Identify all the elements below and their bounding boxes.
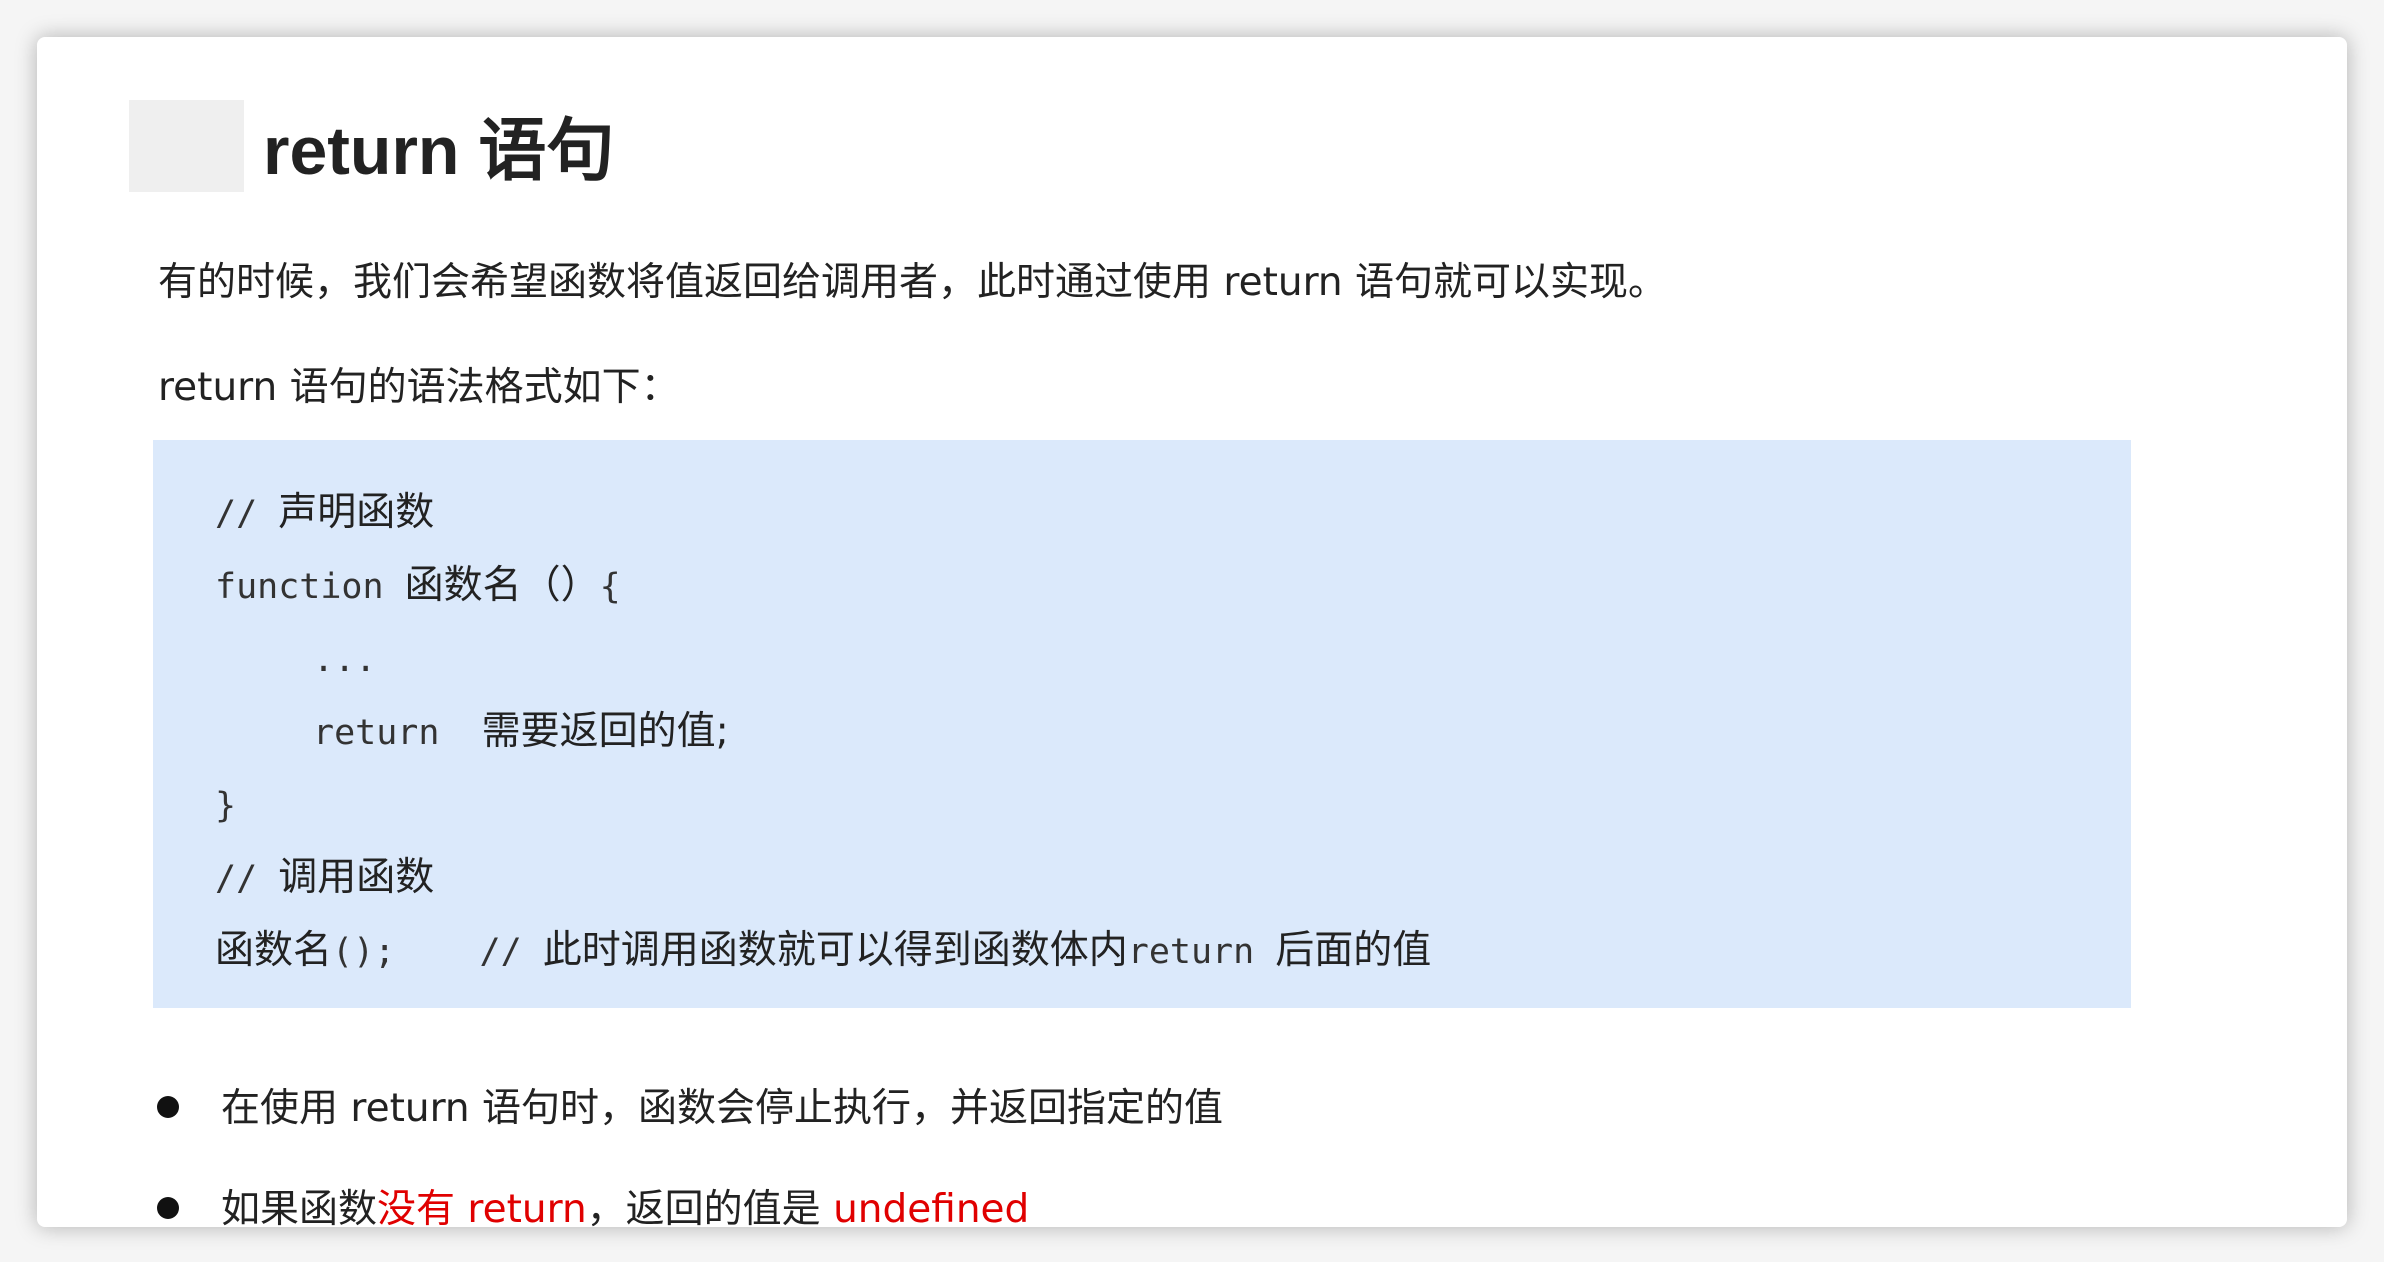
call-comment-text: 此时调用函数就可以得到函数体内 [542,928,1128,973]
bullet-text-part1: 如果函数 [221,1187,378,1232]
code-line-call-comment: // 调用函数 [215,849,434,907]
bullet-item-stop-execution: 在使用 return 语句时，函数会停止执行，并返回指定的值 [157,1079,1223,1139]
call-return-keyword: return [1127,932,1276,972]
syntax-paragraph: return 语句的语法格式如下： [158,365,680,410]
close-brace: } [215,786,237,826]
bullet-highlight-no-return: 没有 return [377,1187,587,1232]
open-brace: { [599,567,621,607]
bullet-highlight-undefined: undefined [833,1187,1030,1232]
code-block: // 声明函数 function 函数名（）{ ... return 需要返回的… [153,440,2131,1008]
title-decoration [129,100,244,192]
bullet-text: 在使用 return 语句时，函数会停止执行，并返回指定的值 [221,1086,1224,1131]
call-function-name: 函数名 [215,928,333,973]
function-name: 函数名（） [404,563,600,608]
return-value: 需要返回的值; [481,709,729,754]
page-title: return 语句 [263,113,615,189]
intro-paragraph: 有的时候，我们会希望函数将值返回给调用者，此时通过使用 return 语句就可以… [158,260,1668,305]
slide-card: return 语句 有的时候，我们会希望函数将值返回给调用者，此时通过使用 re… [37,37,2347,1232]
code-line-return: return 需要返回的值; [313,703,729,761]
comment-text: 声明函数 [278,490,435,535]
return-keyword: return [313,713,482,753]
comment-marker: // [215,859,279,899]
bullet-dot-icon [157,1095,179,1118]
bullet-text-part2: ，返回的值是 [586,1187,834,1232]
bullet-item-undefined: 如果函数没有 return，返回的值是 undefined [157,1180,1029,1240]
code-line-close-brace: } [215,776,236,834]
code-line-function: function 函数名（）{ [215,557,621,615]
function-keyword: function [215,567,405,607]
bullet-dot-icon [157,1196,179,1219]
ellipsis: ... [313,640,377,680]
call-comment-tail: 后面的值 [1275,928,1432,973]
comment-marker: // [215,494,279,534]
call-parens-comment: (); // [332,932,543,972]
code-line-ellipsis: ... [313,630,376,688]
code-line-declare-comment: // 声明函数 [215,484,434,542]
code-line-call: 函数名(); // 此时调用函数就可以得到函数体内return 后面的值 [215,922,1431,980]
comment-text: 调用函数 [278,855,435,900]
